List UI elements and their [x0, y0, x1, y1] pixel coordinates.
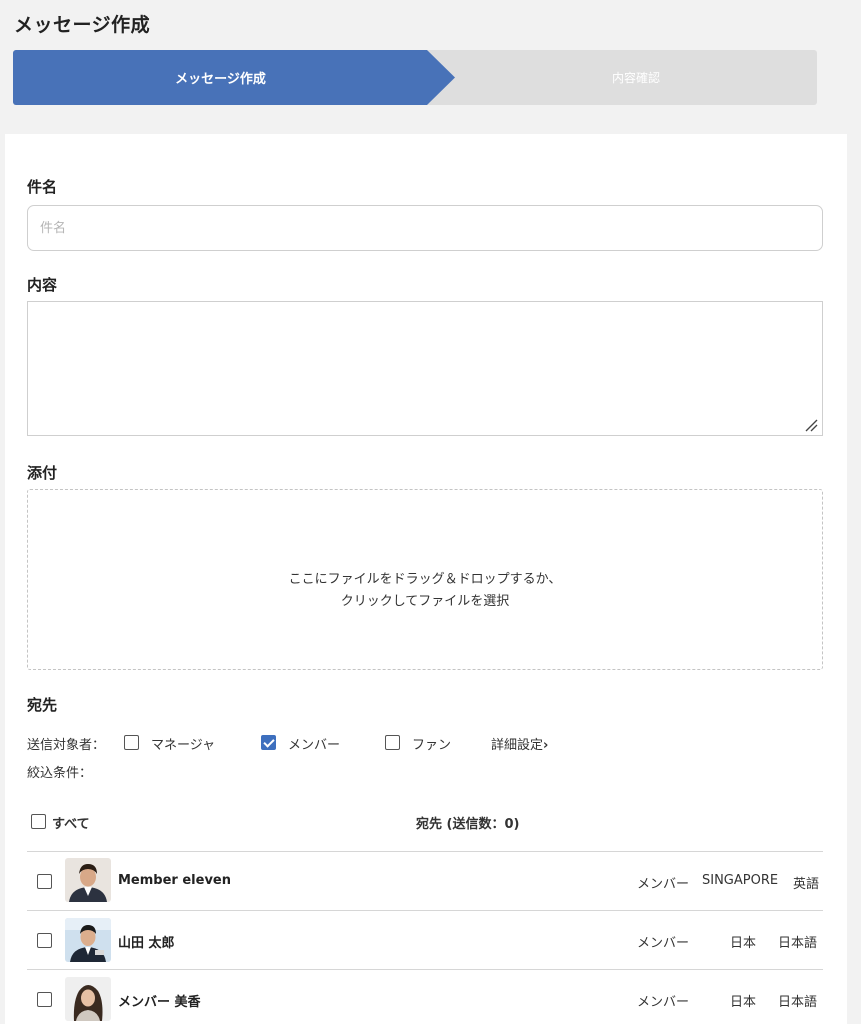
step-indicator: メッセージ作成 内容確認 — [13, 50, 817, 105]
avatar — [65, 977, 111, 1021]
recipient-region: 日本 — [730, 936, 757, 951]
step-confirm-label: 内容確認 — [611, 71, 660, 85]
recipient-role: メンバー — [637, 877, 690, 892]
target-manager-checkbox[interactable] — [124, 735, 139, 750]
target-label: 送信対象者： — [27, 738, 106, 753]
recipient-checkbox[interactable] — [37, 933, 52, 948]
recipients-label: 宛先 — [27, 696, 58, 714]
file-dropzone[interactable]: ここにファイルをドラッグ＆ドロップするか、 クリックしてファイルを選択 — [27, 489, 823, 670]
recipient-region: 日本 — [730, 995, 757, 1010]
recipient-region: SINGAPORE — [702, 873, 779, 888]
detail-settings-link[interactable]: 詳細設定› — [491, 734, 548, 753]
list-divider — [27, 910, 823, 911]
avatar — [65, 858, 111, 902]
detail-settings-label: 詳細設定 — [491, 738, 544, 753]
page-title: メッセージ作成 — [14, 14, 151, 36]
recipient-count-label: 宛先 (送信数：0) — [416, 817, 520, 832]
list-divider — [27, 851, 823, 852]
subject-input[interactable] — [27, 205, 823, 251]
step-compose-label: メッセージ作成 — [175, 72, 266, 87]
recipient-checkbox[interactable] — [37, 992, 52, 1007]
recipient-checkbox[interactable] — [37, 874, 52, 889]
content-textarea[interactable] — [27, 301, 823, 436]
chevron-right-icon: › — [543, 738, 549, 753]
recipient-name: 山田 太郎 — [118, 936, 175, 951]
recipient-language: 英語 — [793, 877, 820, 892]
select-all-label[interactable]: すべて — [52, 813, 90, 832]
dropzone-text-line2: クリックしてファイルを選択 — [340, 594, 510, 609]
target-fan-checkbox[interactable] — [385, 735, 400, 750]
recipient-language: 日本語 — [778, 995, 818, 1010]
target-member-label[interactable]: メンバー — [288, 734, 340, 753]
target-fan-label[interactable]: ファン — [412, 734, 451, 753]
dropzone-text-line1: ここにファイルをドラッグ＆ドロップするか、 — [288, 572, 562, 587]
list-divider — [27, 969, 823, 970]
target-member-checkbox[interactable] — [261, 735, 276, 750]
subject-label: 件名 — [27, 178, 58, 196]
recipient-name: メンバー 美香 — [118, 995, 201, 1010]
attachment-label: 添付 — [27, 464, 58, 482]
target-manager-label[interactable]: マネージャ — [151, 734, 215, 753]
recipient-role: メンバー — [637, 995, 690, 1010]
filter-label: 絞込条件： — [27, 766, 93, 781]
content-label: 内容 — [27, 276, 58, 294]
recipient-role: メンバー — [637, 936, 690, 951]
select-all-checkbox[interactable] — [31, 814, 46, 829]
recipient-name: Member eleven — [118, 873, 231, 888]
resize-handle-icon[interactable] — [804, 418, 818, 432]
recipient-language: 日本語 — [778, 936, 818, 951]
avatar — [65, 918, 111, 962]
